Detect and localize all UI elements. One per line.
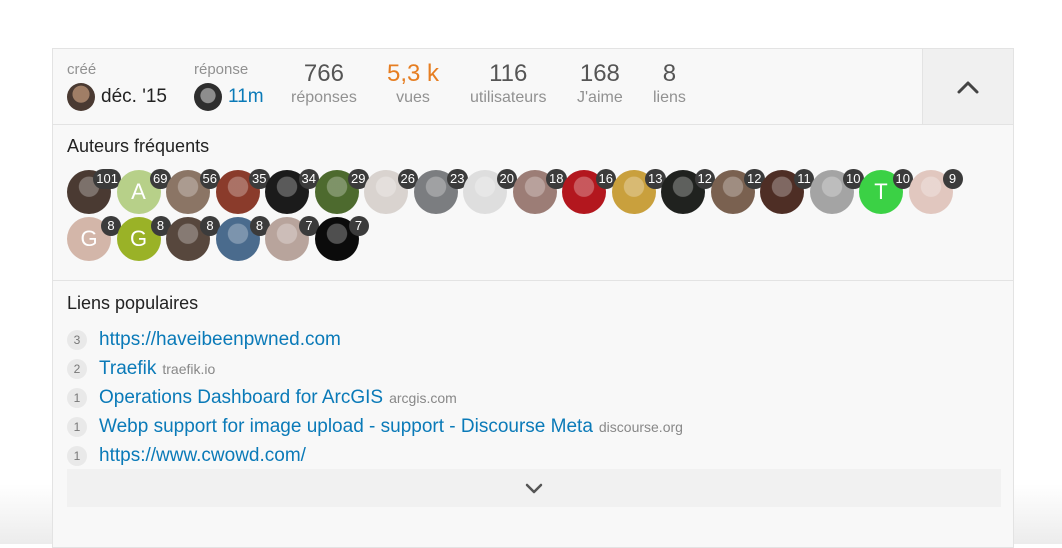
link-click-count: 1	[67, 445, 87, 466]
poster-avatar[interactable]: G8	[116, 216, 171, 261]
links-label: liens	[653, 89, 686, 106]
poster-post-count-badge: 7	[348, 216, 369, 236]
replies-label: réponses	[291, 89, 357, 106]
link-click-count: 3	[67, 329, 87, 350]
link-click-count: 2	[67, 358, 87, 379]
frequent-posters: Auteurs fréquents 101 A 69 56 35 34 29 26 23 20 18…	[53, 124, 1013, 281]
poster-avatar[interactable]: 56	[166, 169, 220, 214]
poster-avatar[interactable]: A 69	[116, 169, 171, 214]
link-title[interactable]: Traefik	[99, 358, 156, 380]
chevron-up-icon	[957, 81, 979, 93]
link-title[interactable]: https://www.cwowd.com/	[99, 445, 306, 467]
frequent-posters-title: Auteurs fréquents	[67, 136, 210, 156]
poster-avatar[interactable]: 7	[265, 216, 319, 261]
poster-post-count-badge: 9	[942, 169, 963, 189]
created-label: créé	[67, 61, 97, 78]
topic-stats: créé déc. '15 réponse 11m 766 réponses 5…	[53, 49, 1013, 125]
poster-avatar[interactable]: 18	[512, 169, 567, 214]
last-replier-avatar[interactable]	[194, 83, 222, 111]
likes-stat: 168 J'aime	[577, 61, 623, 107]
replies-stat: 766 réponses	[291, 61, 357, 107]
replies-count: 766	[303, 60, 344, 87]
popular-links: Liens populaires 3 https://haveibeenpwne…	[53, 281, 1013, 519]
poster-avatar[interactable]: 11	[760, 169, 814, 214]
chevron-down-icon	[525, 483, 543, 494]
last-reply-label: réponse	[194, 61, 249, 78]
poster-avatar[interactable]: T 10	[859, 169, 913, 214]
views-count: 5,3 k	[387, 60, 440, 87]
poster-avatar[interactable]: 12	[661, 169, 715, 214]
topic-map: créé déc. '15 réponse 11m 766 réponses 5…	[52, 48, 1014, 548]
poster-avatar[interactable]: 8	[166, 216, 220, 261]
poster-avatar[interactable]: 13	[611, 169, 666, 214]
poster-avatar[interactable]: 9	[908, 169, 963, 214]
created-stat: créé déc. '15	[67, 61, 167, 111]
poster-avatar[interactable]: 101	[67, 169, 121, 214]
poster-avatar[interactable]: 12	[710, 169, 765, 214]
link-row: 3 https://haveibeenpwned.com	[67, 325, 683, 354]
poster-avatar[interactable]: 34	[265, 169, 319, 214]
link-title[interactable]: Operations Dashboard for ArcGIS	[99, 387, 383, 409]
poster-avatar[interactable]: 35	[215, 169, 270, 214]
poster-avatar[interactable]: 10	[809, 169, 864, 214]
poster-avatar[interactable]: G8	[67, 216, 121, 261]
link-domain: traefik.io	[162, 360, 216, 377]
link-click-count: 1	[67, 387, 87, 408]
poster-avatar[interactable]: 7	[314, 216, 369, 261]
collapse-toggle-button[interactable]	[922, 49, 1013, 124]
link-row: 1 Operations Dashboard for ArcGIS arcgis…	[67, 383, 683, 412]
popular-links-title: Liens populaires	[67, 293, 199, 313]
link-title[interactable]: https://haveibeenpwned.com	[99, 329, 341, 351]
link-row: 1 https://www.cwowd.com/	[67, 441, 683, 470]
show-more-links-button[interactable]	[67, 469, 1001, 507]
users-count: 116	[489, 60, 528, 87]
poster-avatar[interactable]: 29	[314, 169, 369, 214]
popular-links-list: 3 https://haveibeenpwned.com 2 Traefik t…	[67, 325, 683, 470]
poster-avatar[interactable]: 20	[463, 169, 517, 214]
views-stat: 5,3 k vues	[387, 61, 439, 107]
link-domain: arcgis.com	[389, 389, 457, 406]
poster-avatar[interactable]: 23	[413, 169, 468, 214]
links-count: 8	[662, 60, 677, 87]
users-stat: 116 utilisateurs	[470, 61, 546, 107]
last-reply-time[interactable]: 11m	[228, 86, 264, 108]
link-row: 1 Webp support for image upload - suppor…	[67, 412, 683, 441]
last-reply-stat: réponse 11m	[194, 61, 264, 111]
link-click-count: 1	[67, 416, 87, 437]
poster-avatar[interactable]: 8	[215, 216, 270, 261]
links-stat: 8 liens	[653, 61, 686, 107]
link-title[interactable]: Webp support for image upload - support …	[99, 416, 593, 438]
created-date: déc. '15	[101, 86, 167, 107]
link-row: 2 Traefik traefik.io	[67, 354, 683, 383]
likes-count: 168	[579, 60, 620, 87]
creator-avatar[interactable]	[67, 83, 95, 111]
likes-label: J'aime	[577, 89, 623, 106]
views-label: vues	[396, 89, 430, 106]
poster-avatar[interactable]: 16	[562, 169, 616, 214]
poster-avatar[interactable]: 26	[364, 169, 418, 214]
users-label: utilisateurs	[470, 89, 547, 106]
link-domain: discourse.org	[598, 418, 683, 435]
